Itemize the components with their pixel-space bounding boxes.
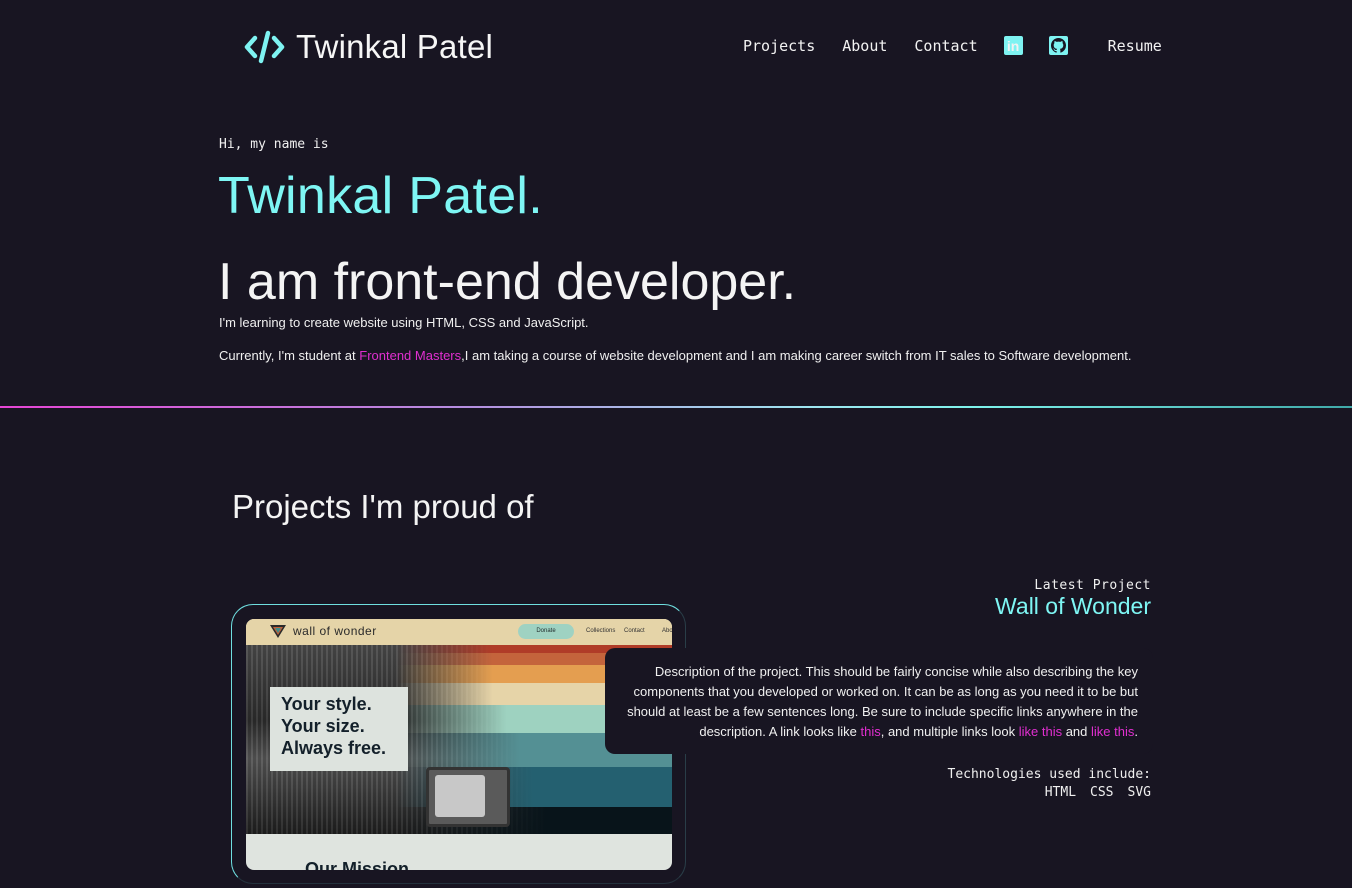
nav-contact[interactable]: Contact (914, 37, 977, 55)
logo-link[interactable]: Twinkal Patel (244, 28, 493, 66)
hero-name: Twinkal Patel. (218, 167, 544, 225)
intro-paragraph-2: Currently, I'm student at Frontend Maste… (219, 348, 1131, 363)
nav-projects[interactable]: Projects (743, 37, 815, 55)
description-text: and (1062, 724, 1092, 739)
description-link[interactable]: like this (1019, 724, 1062, 739)
project-label: Latest Project (1034, 578, 1151, 593)
tech-label: Technologies used include: (947, 767, 1152, 782)
screenshot-mission-heading: Our Mission (305, 859, 410, 870)
screenshot-tv (426, 767, 510, 827)
nav-about[interactable]: About (842, 37, 887, 55)
site-header: Twinkal Patel Projects About Contact in … (0, 0, 1352, 96)
intro-text: Currently, I'm student at (219, 348, 360, 363)
screenshot-hero-card: Your style. Your size. Always free. (270, 687, 408, 771)
description-link[interactable]: like this (1091, 724, 1134, 739)
intro-text: ,I am taking a course of website develop… (461, 348, 1132, 363)
tech-item: HTML (1044, 785, 1077, 800)
description-text: , and multiple links look (880, 724, 1019, 739)
screenshot-brand: wall of wonder (293, 624, 377, 638)
hero-line: Your size. (281, 716, 365, 736)
project-description: Description of the project. This should … (605, 662, 1138, 742)
github-glyph (1050, 38, 1066, 53)
frontend-masters-link[interactable]: Frontend Masters (359, 348, 461, 363)
project-description-card: Description of the project. This should … (605, 648, 1153, 754)
screenshot-link: Abo (662, 628, 672, 634)
nav-resume[interactable]: Resume (1108, 37, 1162, 55)
hero-line: Always free. (281, 738, 387, 758)
linkedin-icon[interactable]: in (1003, 36, 1023, 55)
gradient-divider (0, 406, 1352, 408)
wall-of-wonder-logo-icon (270, 625, 286, 638)
linkedin-glyph: in (1006, 37, 1020, 54)
screenshot-navbar: wall of wonder Donate Collections Contac… (246, 619, 672, 645)
main-nav: Projects About Contact in Resume (743, 36, 1162, 55)
code-brackets-icon (244, 30, 285, 64)
description-text: . (1134, 724, 1138, 739)
tech-list: HTML CSS SVG (1045, 785, 1151, 800)
intro-paragraph-1: I'm learning to create website using HTM… (219, 315, 589, 330)
project-title[interactable]: Wall of Wonder (995, 593, 1151, 620)
description-link[interactable]: this (860, 724, 880, 739)
logo-text: Twinkal Patel (296, 28, 494, 65)
tech-item: CSS (1090, 785, 1114, 800)
screenshot-link: Contact (624, 628, 645, 634)
screenshot-donate-button: Donate (518, 624, 574, 639)
hero-role: I am front-end developer. (218, 253, 797, 311)
screenshot-link: Collections (586, 628, 616, 634)
hero-line: Your style. (281, 694, 372, 714)
projects-title: Projects I'm proud of (232, 488, 534, 525)
github-icon[interactable] (1048, 36, 1068, 55)
tv-screen (435, 775, 485, 817)
greeting: Hi, my name is (219, 137, 329, 152)
tech-item: SVG (1127, 785, 1151, 800)
